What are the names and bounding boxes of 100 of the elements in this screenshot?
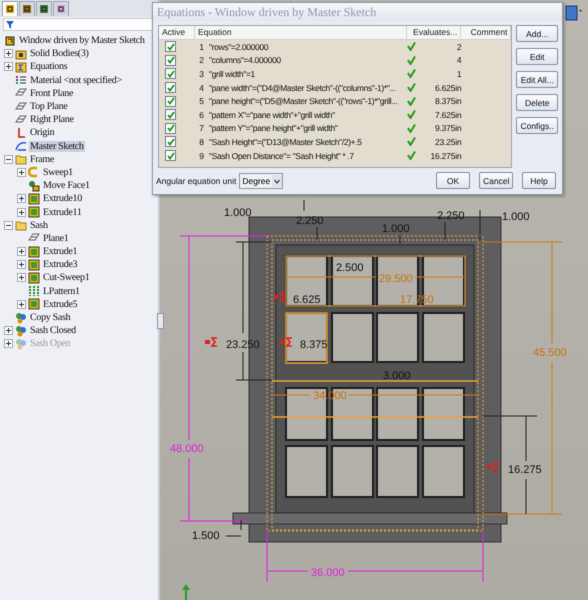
tree-item[interactable]: Frame: [29, 154, 56, 165]
equation-text[interactable]: "pattern Y"="pane height"+"grill width": [207, 123, 408, 134]
dialog-button[interactable]: Delete: [516, 94, 558, 111]
body-copy-icon: [15, 312, 27, 324]
equation-text[interactable]: "pattern X"="pane width"+"grill width": [207, 110, 408, 120]
expand-toggle[interactable]: [17, 194, 26, 204]
collapse-toggle[interactable]: [4, 220, 13, 230]
expand-toggle[interactable]: [4, 339, 13, 348]
column-header[interactable]: Equation: [195, 26, 408, 39]
tree-root-item[interactable]: Window driven by Master Sketch: [18, 35, 146, 46]
tree-item[interactable]: Origin: [29, 127, 56, 138]
active-checkbox[interactable]: [165, 41, 176, 52]
tree-item[interactable]: Solid Bodies(3): [29, 48, 90, 60]
dialog-button[interactable]: OK: [436, 172, 470, 189]
dimension-label[interactable]: 1.500: [192, 530, 220, 542]
extrude-icon: [28, 272, 40, 284]
active-checkbox[interactable]: [165, 150, 176, 162]
tree-item[interactable]: Sweep1: [42, 166, 74, 178]
expand-toggle[interactable]: [17, 208, 26, 217]
evaluated-value: 6.625in: [434, 82, 462, 93]
tree-item[interactable]: Extrude11: [42, 206, 83, 218]
expand-toggle[interactable]: [17, 247, 26, 256]
active-checkbox[interactable]: [165, 82, 176, 94]
tree-item[interactable]: Extrude1: [42, 246, 78, 258]
tree-item[interactable]: Master Sketch: [29, 140, 85, 152]
panel-tab[interactable]: [36, 1, 52, 16]
active-checkbox[interactable]: [165, 96, 176, 107]
tree-item[interactable]: Front Plane: [29, 88, 74, 99]
tree-item[interactable]: Equations: [29, 61, 68, 72]
expand-toggle[interactable]: [4, 62, 13, 72]
expand-toggle[interactable]: [4, 49, 13, 58]
tree-item[interactable]: Cut-Sweep1: [42, 272, 90, 284]
active-checkbox[interactable]: [165, 136, 176, 148]
folder-icon: [15, 219, 27, 232]
tree-item[interactable]: Copy Sash: [29, 312, 72, 324]
unit-select[interactable]: Degree: [239, 172, 284, 188]
equation-text[interactable]: "pane width"=("D4@Master Sketch"-(("columns"-1)*"...: [207, 82, 408, 93]
column-header[interactable]: Evaluates...: [407, 26, 462, 39]
row-number: 7: [198, 123, 205, 134]
part-icon: [4, 34, 16, 47]
evaluated-value: 16.275in: [429, 150, 462, 161]
panel-tab[interactable]: [53, 1, 69, 16]
filter-field[interactable]: [3, 18, 155, 31]
view-cube-icon[interactable]: [566, 6, 582, 20]
expand-toggle[interactable]: [17, 300, 26, 309]
evaluated-value: 9.375in: [434, 123, 462, 134]
equation-text[interactable]: "columns"=4.000000: [207, 55, 408, 66]
equation-text[interactable]: "rows"=2.000000: [207, 42, 408, 52]
tree-item[interactable]: Material <not specified>: [29, 74, 123, 86]
extrude-icon: [28, 192, 40, 205]
dimension-label[interactable]: 1.000: [502, 211, 530, 223]
dialog-button[interactable]: Help: [522, 172, 556, 189]
tree-item[interactable]: LPattern1: [42, 286, 81, 297]
dialog-title: Equations - Window driven by Master Sketch: [153, 3, 562, 21]
move-face-icon: [28, 180, 40, 192]
bodies-icon: [15, 48, 27, 60]
column-header[interactable]: Active: [159, 26, 195, 39]
panel-tab[interactable]: [2, 1, 18, 16]
dimension-label[interactable]: 6.625: [293, 294, 321, 306]
body-copy-icon: [15, 324, 27, 337]
expand-toggle[interactable]: [17, 168, 26, 177]
active-checkbox[interactable]: [165, 122, 176, 134]
dimension-label[interactable]: 1.000: [224, 207, 252, 219]
column-header[interactable]: Comment: [461, 26, 512, 39]
evaluated-value: 1: [456, 68, 462, 79]
active-checkbox[interactable]: [165, 54, 176, 66]
equation-text[interactable]: "pane height"=("D5@Master Sketch"-(("rows"-1)*"grill...: [207, 96, 408, 106]
tree-item[interactable]: Sash Closed: [29, 325, 77, 336]
dialog-button[interactable]: Add...: [516, 25, 558, 42]
dialog-button[interactable]: Edit All...: [516, 71, 558, 88]
active-checkbox[interactable]: [165, 68, 176, 80]
panel-grip[interactable]: [157, 313, 164, 329]
expand-toggle[interactable]: [4, 326, 13, 336]
tree-item[interactable]: Top Plane: [29, 101, 68, 112]
dimension-label[interactable]: 2.500: [336, 262, 364, 274]
evaluated-value: 23.25in: [434, 136, 462, 147]
tree-item[interactable]: Move Face1: [42, 180, 91, 192]
tree-item[interactable]: Extrude3: [42, 259, 78, 270]
expand-toggle[interactable]: [17, 260, 26, 270]
row-number: 8: [198, 136, 205, 147]
row-number: 1: [198, 42, 205, 52]
collapse-toggle[interactable]: [4, 154, 13, 164]
tree-item[interactable]: Extrude5: [42, 298, 78, 310]
expand-toggle[interactable]: [17, 273, 26, 282]
tree-item[interactable]: Extrude10: [42, 193, 83, 204]
extrude-icon: [28, 246, 40, 258]
tree-item[interactable]: Plane1: [42, 232, 70, 244]
tree-item[interactable]: Right Plane: [29, 114, 75, 126]
panel-tab[interactable]: [19, 1, 35, 16]
tree-item[interactable]: Sash: [29, 220, 49, 231]
dialog-button[interactable]: Cancel: [479, 172, 513, 189]
equation-text[interactable]: "Sash Height"=("D13@Master Sketch"/2)+.5: [207, 136, 408, 147]
equation-text[interactable]: "Sash Open Distance"= "Sash Height" * .7: [207, 150, 408, 161]
active-checkbox[interactable]: [165, 109, 176, 120]
evaluated-value: 4: [456, 55, 462, 66]
equation-text[interactable]: "grill width"=1: [207, 68, 408, 79]
dropdown-caret-icon: [272, 174, 282, 186]
dialog-button[interactable]: Edit: [516, 48, 558, 65]
dimension-label[interactable]: 16.275: [508, 464, 542, 476]
dialog-button[interactable]: Configs..: [516, 117, 558, 134]
